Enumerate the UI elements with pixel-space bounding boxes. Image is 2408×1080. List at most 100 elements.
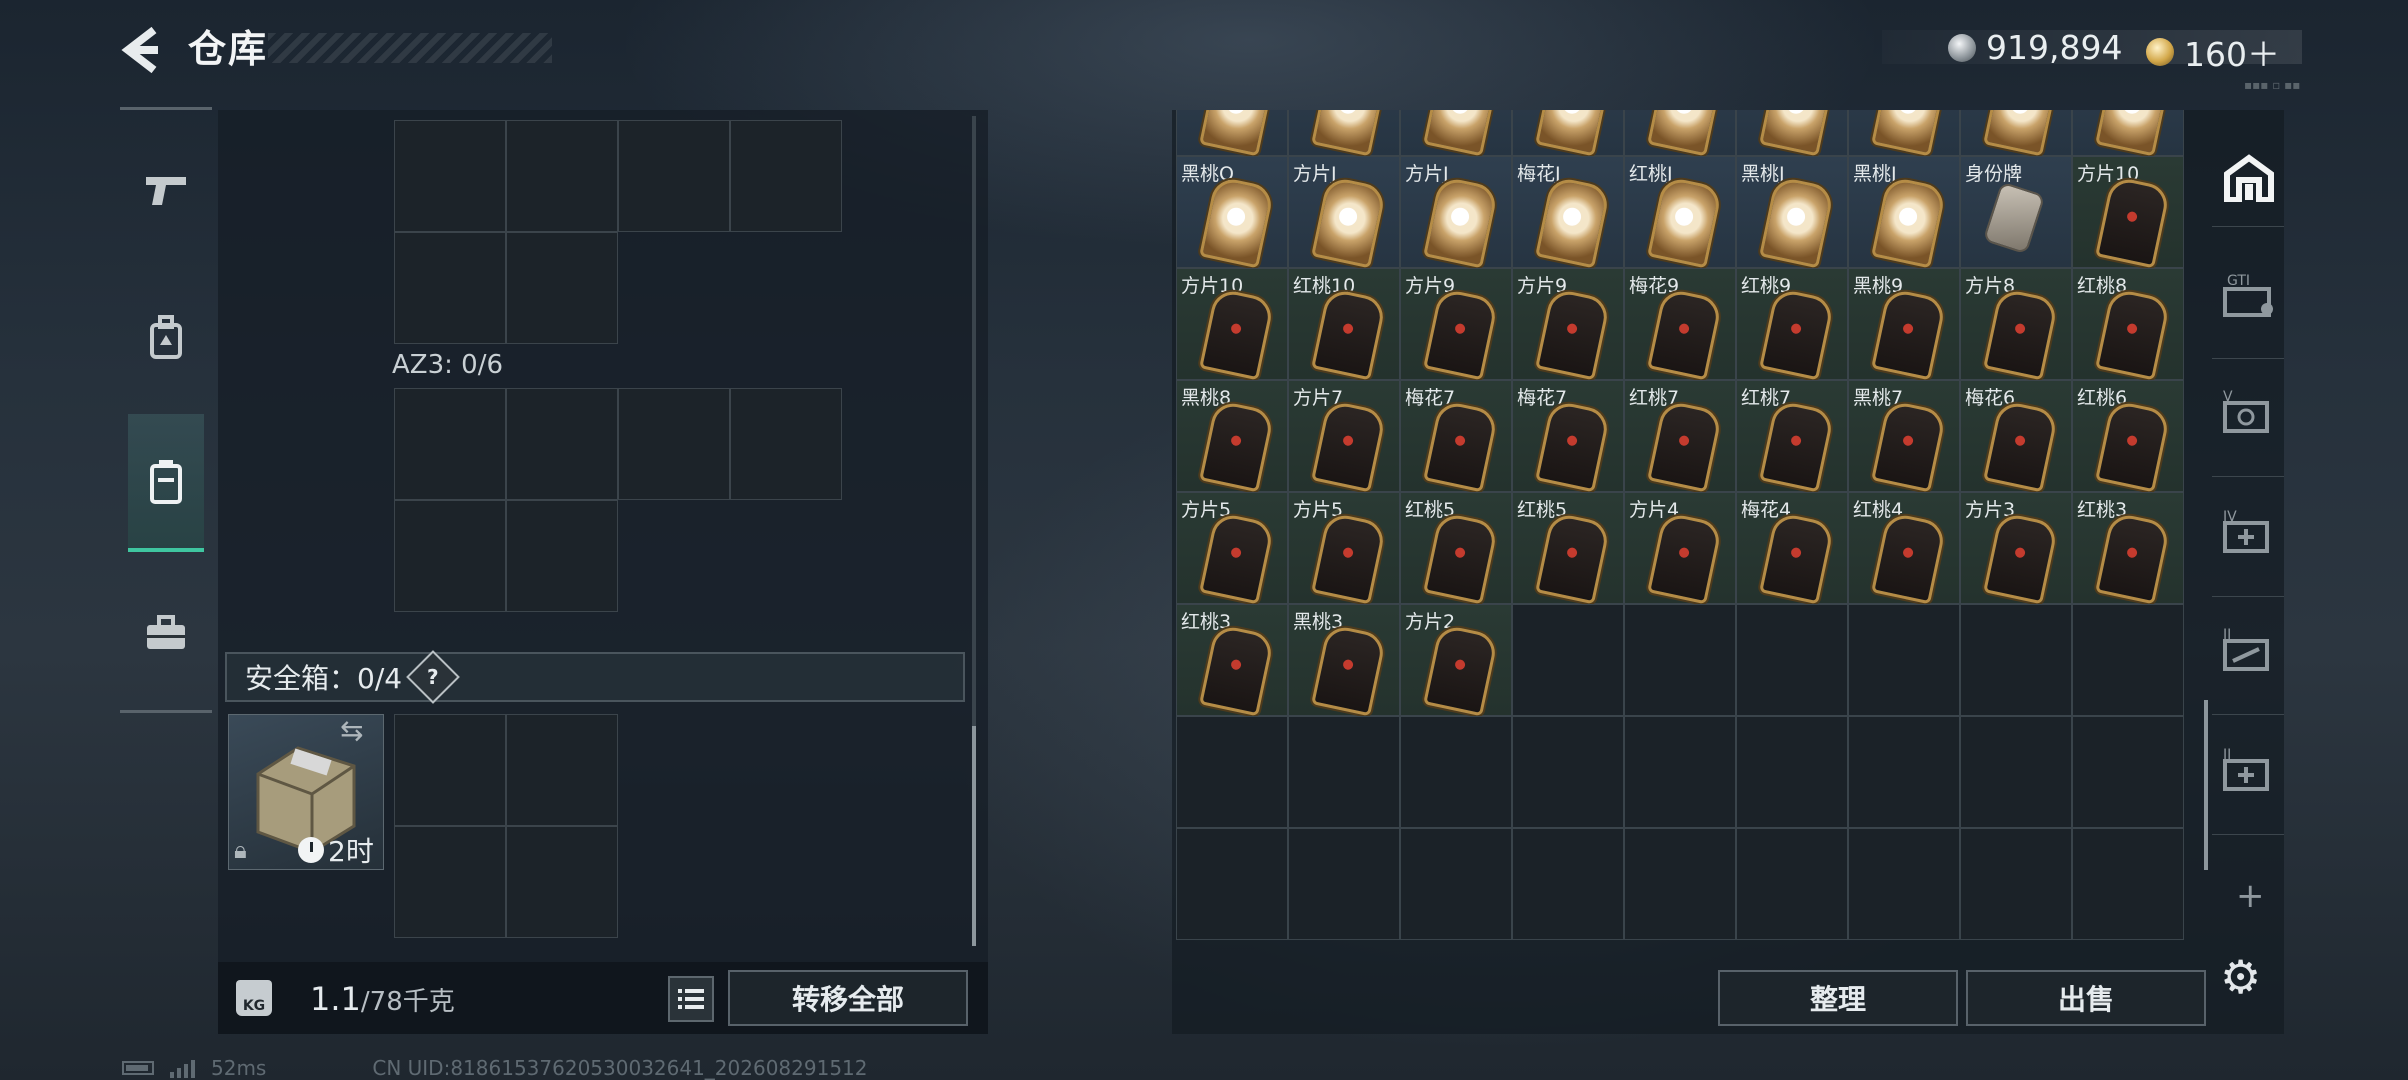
silver-currency[interactable]: 919,894: [1948, 28, 2122, 67]
empty-grid-cell[interactable]: [1960, 604, 2072, 716]
poker-card-item[interactable]: 方片9: [1512, 268, 1624, 381]
poker-card-item[interactable]: 红桃10: [1288, 268, 1400, 381]
poker-card-item[interactable]: 梅花9: [1624, 268, 1736, 381]
poker-card-item[interactable]: 方片7: [1288, 380, 1400, 493]
slot-cell[interactable]: [394, 120, 506, 232]
empty-grid-cell[interactable]: [1624, 716, 1736, 828]
empty-grid-cell[interactable]: [2072, 604, 2184, 716]
empty-grid-cell[interactable]: [1624, 828, 1736, 940]
empty-grid-cell[interactable]: [1960, 716, 2072, 828]
poker-card-item[interactable]: 方片J: [1288, 156, 1400, 269]
poker-card-item[interactable]: 黑桃7: [1848, 380, 1960, 493]
poker-card-item[interactable]: [1848, 110, 1960, 157]
empty-grid-cell[interactable]: [1960, 828, 2072, 940]
left-scrollbar-thumb[interactable]: [972, 726, 976, 946]
az3-slot-cell[interactable]: [506, 388, 618, 500]
warehouse-home-tab[interactable]: [2218, 148, 2280, 208]
poker-card-item[interactable]: 方片3: [1960, 492, 2072, 605]
empty-grid-cell[interactable]: [1848, 604, 1960, 716]
empty-grid-cell[interactable]: [2072, 828, 2184, 940]
poker-card-item[interactable]: 梅花J: [1512, 156, 1624, 269]
poker-card-item[interactable]: 红桃3: [1176, 604, 1288, 717]
poker-card-item[interactable]: 方片2: [1400, 604, 1512, 717]
empty-grid-cell[interactable]: [1176, 716, 1288, 828]
iv-tab[interactable]: IV: [2218, 502, 2280, 562]
az3-slot-cell[interactable]: [394, 388, 506, 500]
poker-card-item[interactable]: 梅花6: [1960, 380, 2072, 493]
empty-grid-cell[interactable]: [1512, 828, 1624, 940]
poker-card-item[interactable]: [1624, 110, 1736, 157]
safe-slot-cell[interactable]: [394, 714, 506, 826]
poker-card-item[interactable]: 黑桃J: [1848, 156, 1960, 269]
transfer-all-button[interactable]: 转移全部: [728, 970, 968, 1026]
toolbox-tab[interactable]: [128, 588, 204, 678]
help-icon[interactable]: ?: [406, 650, 460, 704]
az3-slot-cell[interactable]: [506, 500, 618, 612]
empty-grid-cell[interactable]: [1400, 716, 1512, 828]
empty-grid-cell[interactable]: [1624, 604, 1736, 716]
add-tab-button[interactable]: +: [2236, 876, 2265, 916]
empty-grid-cell[interactable]: [1288, 716, 1400, 828]
empty-grid-cell[interactable]: [1512, 604, 1624, 716]
empty-grid-cell[interactable]: [1288, 828, 1400, 940]
container-tab[interactable]: [128, 414, 204, 552]
sell-button[interactable]: 出售: [1966, 970, 2206, 1026]
poker-card-item[interactable]: 红桃5: [1400, 492, 1512, 605]
slot-cell[interactable]: [506, 120, 618, 232]
poker-card-item[interactable]: [1960, 110, 2072, 157]
empty-grid-cell[interactable]: [1736, 604, 1848, 716]
poker-card-item[interactable]: 黑桃9: [1848, 268, 1960, 381]
poker-card-item[interactable]: 黑桃8: [1176, 380, 1288, 493]
az3-slot-cell[interactable]: [730, 388, 842, 500]
poker-card-item[interactable]: 梅花7: [1400, 380, 1512, 493]
poker-card-item[interactable]: [1400, 110, 1512, 157]
poker-card-item[interactable]: 红桃7: [1736, 380, 1848, 493]
poker-card-item[interactable]: 黑桃J: [1736, 156, 1848, 269]
empty-grid-cell[interactable]: [1512, 716, 1624, 828]
poker-card-item[interactable]: 方片10: [1176, 268, 1288, 381]
safe-slot-cell[interactable]: [506, 826, 618, 938]
empty-grid-cell[interactable]: [1400, 828, 1512, 940]
sort-button[interactable]: 整理: [1718, 970, 1958, 1026]
poker-card-item[interactable]: 红桃5: [1512, 492, 1624, 605]
v-tab[interactable]: V: [2218, 382, 2280, 442]
poker-card-item[interactable]: 方片5: [1176, 492, 1288, 605]
poker-card-item[interactable]: 红桃J: [1624, 156, 1736, 269]
gold-currency[interactable]: 160＋: [2146, 28, 2280, 76]
poker-card-item[interactable]: 方片8: [1960, 268, 2072, 381]
safe-slot-cell[interactable]: [506, 714, 618, 826]
poker-card-item[interactable]: 红桃3: [2072, 492, 2184, 605]
poker-card-item[interactable]: 方片J: [1400, 156, 1512, 269]
slot-cell[interactable]: [394, 232, 506, 344]
poker-card-item[interactable]: 红桃7: [1624, 380, 1736, 493]
poker-card-item[interactable]: [1736, 110, 1848, 157]
poker-card-item[interactable]: [1512, 110, 1624, 157]
back-arrow-icon[interactable]: [118, 24, 166, 76]
poker-card-item[interactable]: 黑桃Q: [1176, 156, 1288, 269]
poker-card-item[interactable]: [1176, 110, 1288, 157]
dog-tag-item[interactable]: 身份牌: [1960, 156, 2072, 268]
safe-slot-cell[interactable]: [394, 826, 506, 938]
right-scrollbar-thumb[interactable]: [2204, 700, 2208, 870]
slot-cell[interactable]: [618, 120, 730, 232]
g-tab[interactable]: GTI: [2218, 264, 2280, 324]
empty-grid-cell[interactable]: [1848, 828, 1960, 940]
poker-card-item[interactable]: 红桃8: [2072, 268, 2184, 381]
poker-card-item[interactable]: 方片9: [1400, 268, 1512, 381]
ii-tab[interactable]: II: [2218, 740, 2280, 800]
poker-card-item[interactable]: 方片5: [1288, 492, 1400, 605]
slot-cell[interactable]: [506, 232, 618, 344]
empty-grid-cell[interactable]: [1736, 716, 1848, 828]
az3-slot-cell[interactable]: [394, 500, 506, 612]
poker-card-item[interactable]: 红桃4: [1848, 492, 1960, 605]
empty-grid-cell[interactable]: [1848, 716, 1960, 828]
az3-slot-cell[interactable]: [618, 388, 730, 500]
empty-grid-cell[interactable]: [1736, 828, 1848, 940]
poker-card-item[interactable]: 红桃9: [1736, 268, 1848, 381]
slot-cell[interactable]: [730, 120, 842, 232]
poker-card-item[interactable]: 黑桃3: [1288, 604, 1400, 717]
poker-card-item[interactable]: 方片4: [1624, 492, 1736, 605]
poker-card-item[interactable]: 梅花4: [1736, 492, 1848, 605]
poker-card-item[interactable]: 梅花7: [1512, 380, 1624, 493]
iii-tab[interactable]: II: [2218, 620, 2280, 680]
